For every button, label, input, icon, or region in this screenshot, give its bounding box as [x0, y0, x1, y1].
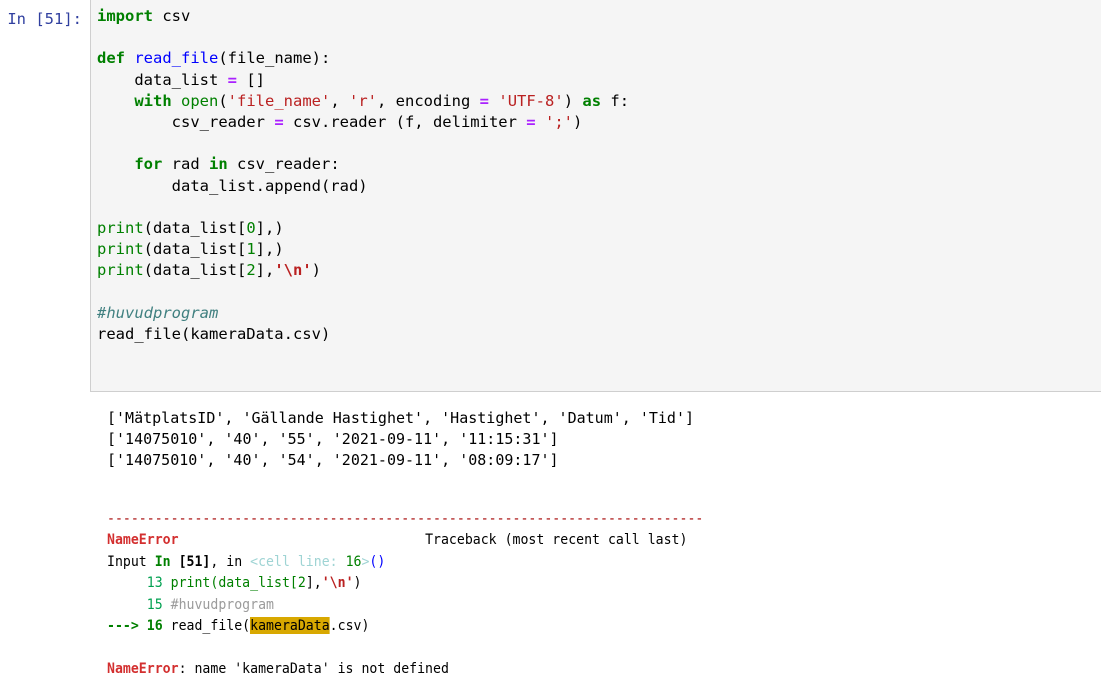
traceback-arrow-marker: --->: [107, 617, 147, 635]
traceback-lineno-15: 15: [146, 595, 163, 613]
token-print-open-1: (data_list[: [143, 219, 247, 238]
token-readfile-call: read_file(kameraData.csv): [97, 325, 331, 344]
notebook-input-cell[interactable]: In [51]: import csv def read_file(file_n…: [0, 0, 1101, 392]
token-filename-string: 'file_name': [227, 91, 331, 110]
code-editor-area[interactable]: import csv def read_file(file_name): dat…: [90, 0, 1101, 392]
output-line-1: ['14075010', '40', '55', '2021-09-11', '…: [107, 430, 559, 448]
token-print-close-1: ],): [255, 219, 284, 238]
traceback-separator-line: ----------------------------------------…: [107, 508, 1003, 529]
token-print-close-3: ): [311, 261, 322, 280]
traceback-in-keyword: In: [154, 552, 171, 570]
traceback-frame-line-16: ---> 16 read_file(kameraData.csv): [107, 615, 1003, 636]
traceback-header-line: NameError Traceback (most recent call la…: [107, 529, 1003, 550]
traceback-marker-15: [107, 596, 147, 613]
traceback-code-13-string: '\n': [321, 574, 354, 592]
token-equals-3: =: [274, 113, 284, 132]
traceback-code-16-suffix: .csv): [329, 617, 370, 635]
output-line-2: ['14075010', '40', '54', '2021-09-11', '…: [107, 451, 559, 469]
traceback-cell-line-open: <cell line:: [250, 552, 346, 570]
token-print-3: print: [97, 261, 144, 280]
token-csv-module: csv: [162, 7, 191, 25]
traceback-lineno-13: 13: [146, 574, 163, 592]
token-empty-list: []: [237, 70, 265, 89]
traceback-frame-line-15: 15 #huvudprogram: [107, 594, 1003, 615]
traceback-cell-line-parens: (): [369, 552, 386, 570]
token-print-open-3: (data_list[: [143, 261, 247, 280]
traceback-cell-id: [51]: [170, 552, 211, 570]
token-equals-2: =: [479, 91, 490, 110]
traceback-input-line: Input In [51], in <cell line: 16>(): [107, 551, 1003, 572]
token-delimiter-string: ';': [544, 113, 573, 132]
token-encoding-kwarg: encoding: [386, 91, 480, 110]
token-loop-iterable: csv_reader:: [227, 155, 340, 174]
traceback-final-error-line: NameError: name 'kameraData' is not defi…: [107, 658, 1003, 679]
traceback-code-13-suffix: ): [353, 574, 362, 592]
traceback-blank-line: [107, 636, 1003, 657]
token-newline-string: '\n': [274, 261, 312, 280]
token-print-close-2: ],): [255, 240, 284, 259]
traceback-code-13-index: 2: [297, 574, 306, 592]
token-mode-string: 'r': [349, 91, 377, 110]
cell-output-traceback: ----------------------------------------…: [107, 508, 1097, 679]
traceback-cell-line-number: 16: [345, 552, 362, 570]
jupyter-notebook-cell-view: In [51]: import csv def read_file(file_n…: [0, 0, 1101, 682]
traceback-input-prefix: Input: [107, 552, 155, 570]
token-index-0: 0: [246, 219, 256, 238]
traceback-frame-line-13: 13 print(data_list[2],'\n'): [107, 572, 1003, 593]
traceback-header-text: Traceback (most recent call last): [425, 531, 688, 549]
token-as-keyword: as: [582, 91, 602, 110]
token-print-2: print: [97, 240, 144, 259]
output-line-0: ['MätplatsID', 'Gällande Hastighet', 'Ha…: [107, 409, 694, 427]
token-print-mid-3: ],: [255, 261, 275, 280]
token-csvreader-assign: csv_reader: [97, 113, 275, 132]
token-index-1: 1: [246, 240, 256, 259]
token-in-keyword: in: [209, 155, 228, 174]
final-error-type: NameError: [107, 659, 179, 677]
token-with-keyword: with: [134, 91, 172, 110]
cell-output-stdout: ['MätplatsID', 'Gällande Hastighet', 'Ha…: [107, 408, 1097, 471]
token-equals-4: =: [526, 113, 536, 132]
traceback-comment-15: #huvudprogram: [162, 595, 275, 613]
code-source[interactable]: import csv def read_file(file_name): dat…: [97, 6, 1101, 345]
token-comment-huvudprogram: #huvudprogram: [97, 303, 219, 322]
traceback-highlighted-name: kameraData: [250, 617, 330, 635]
input-prompt-label: In [51]:: [7, 10, 82, 28]
token-append-line: data_list.append(rad): [97, 176, 368, 195]
token-import-keyword: import: [97, 7, 153, 25]
token-csvreader-call: csv.reader (f, delimiter: [283, 113, 527, 132]
token-def-keyword: def: [97, 49, 125, 68]
traceback-code-16-prefix: read_file(: [162, 617, 251, 635]
token-function-name: read_file: [134, 49, 219, 68]
token-data-list-assign: data_list: [97, 70, 228, 89]
token-equals-1: =: [227, 70, 237, 89]
token-function-args: (file_name):: [218, 49, 331, 68]
token-file-handle: f:: [601, 91, 630, 110]
traceback-code-13-mid: ],: [305, 574, 322, 592]
token-print-1: print: [97, 219, 144, 238]
token-index-2: 2: [246, 261, 256, 280]
token-for-keyword: for: [134, 155, 163, 174]
token-open-builtin: open: [181, 91, 219, 110]
traceback-cell-line-close: >: [361, 552, 370, 570]
traceback-code-13-prefix: print(data_list[: [162, 574, 298, 592]
traceback-comma-in: , in: [210, 552, 251, 570]
traceback-error-type: NameError: [107, 531, 179, 549]
traceback-marker-13: [107, 574, 147, 591]
traceback-lineno-16: 16: [146, 617, 163, 635]
token-print-open-2: (data_list[: [143, 240, 247, 259]
traceback-separator: ----------------------------------------…: [107, 510, 704, 527]
final-error-message: : name 'kameraData' is not defined: [178, 659, 449, 677]
token-utf8-string: 'UTF-8': [498, 91, 564, 110]
token-loop-var: rad: [162, 155, 209, 174]
